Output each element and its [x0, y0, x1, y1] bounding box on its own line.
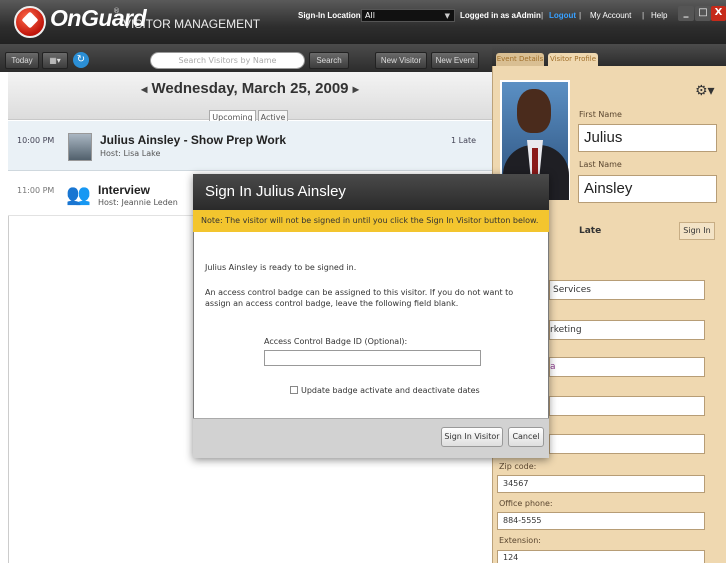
next-day-arrow-icon[interactable]: ▸: [353, 82, 359, 96]
event-host: Host: Lisa Lake: [100, 149, 161, 158]
refresh-icon[interactable]: ↻: [73, 52, 89, 68]
sign-in-visitor-button[interactable]: Sign In Visitor: [441, 427, 503, 447]
event-title: Interview: [98, 183, 151, 197]
visitor-thumbnail: [68, 133, 92, 161]
badge-id-label: Access Control Badge ID (Optional):: [264, 337, 408, 346]
search-button[interactable]: Search: [309, 52, 349, 69]
group-people-icon: 👥: [66, 182, 91, 206]
last-name-label: Last Name: [579, 160, 622, 169]
tab-event-details[interactable]: Event Details: [496, 53, 544, 66]
zip-field[interactable]: 34567: [497, 475, 705, 493]
visitor-status: Late: [579, 226, 602, 236]
separator: |: [642, 11, 645, 20]
event-time: 11:00 PM: [17, 186, 55, 195]
dialog-note: Note: The visitor will not be signed in …: [193, 210, 549, 232]
office-phone-label: Office phone:: [499, 499, 553, 508]
gear-icon[interactable]: ⚙▾: [695, 83, 715, 99]
calendar-icon: ▦▾: [49, 56, 61, 65]
extension-field[interactable]: 124: [497, 550, 705, 563]
event-status: 1 Late: [451, 136, 477, 145]
prev-day-arrow-icon[interactable]: ◂: [141, 82, 147, 96]
update-dates-label: Update badge activate and deactivate dat…: [301, 386, 480, 395]
sign-in-location-label: Sign-In Location: [298, 11, 361, 20]
chevron-down-icon: ▼: [444, 12, 450, 20]
search-input[interactable]: Search Visitors by Name: [150, 52, 305, 69]
cancel-button[interactable]: Cancel: [508, 427, 544, 447]
date-title: ◂ Wednesday, March 25, 2009 ▸: [8, 80, 492, 97]
close-button[interactable]: X: [711, 6, 726, 21]
trademark: ®: [113, 7, 120, 15]
ready-text: Julius Ainsley is ready to be signed in.: [205, 263, 357, 272]
tab-visitor-profile[interactable]: Visitor Profile: [548, 53, 598, 66]
calendar-button[interactable]: ▦▾: [42, 52, 68, 69]
sign-in-location-value: All: [365, 11, 375, 20]
dialog-title: Sign In Julius Ainsley: [193, 174, 549, 210]
update-dates-checkbox[interactable]: [290, 386, 298, 394]
sign-in-location-select[interactable]: All ▼: [361, 9, 455, 22]
separator: |: [541, 11, 544, 20]
today-button[interactable]: Today: [5, 52, 39, 69]
help-link[interactable]: Help: [651, 11, 667, 20]
logout-link[interactable]: Logout: [549, 11, 576, 20]
badge-id-input[interactable]: [264, 350, 481, 366]
city-field[interactable]: [549, 396, 705, 416]
new-event-button[interactable]: New Event: [431, 52, 479, 69]
state-field[interactable]: [549, 434, 705, 454]
first-name-label: First Name: [579, 110, 622, 119]
new-visitor-button[interactable]: New Visitor: [375, 52, 427, 69]
maximize-button[interactable]: □: [695, 6, 711, 21]
department-field[interactable]: rketing: [549, 320, 705, 340]
separator: |: [579, 11, 582, 20]
logged-in-text: Logged in as aAdmin: [460, 11, 541, 20]
extension-label: Extension:: [499, 536, 541, 545]
zip-label: Zip code:: [499, 462, 537, 471]
office-phone-field[interactable]: 884-5555: [497, 512, 705, 530]
current-date: Wednesday, March 25, 2009: [151, 80, 349, 97]
sign-in-link[interactable]: Sign In: [679, 222, 715, 240]
event-title: Julius Ainsley - Show Prep Work: [100, 133, 287, 147]
info-text: An access control badge can be assigned …: [205, 288, 514, 308]
event-host: Host: Jeannie Leden: [98, 198, 178, 207]
last-name-field[interactable]: Ainsley: [578, 175, 717, 203]
company-field[interactable]: Services: [549, 280, 705, 300]
app-subtitle: VISITOR MANAGEMENT: [123, 17, 261, 31]
minimize-button[interactable]: _: [678, 6, 694, 21]
visitor-photo-face: [517, 89, 551, 133]
first-name-field[interactable]: Julius: [578, 124, 717, 152]
event-time: 10:00 PM: [17, 136, 55, 145]
my-account-link[interactable]: My Account: [590, 11, 631, 20]
address-field[interactable]: a: [549, 357, 705, 377]
